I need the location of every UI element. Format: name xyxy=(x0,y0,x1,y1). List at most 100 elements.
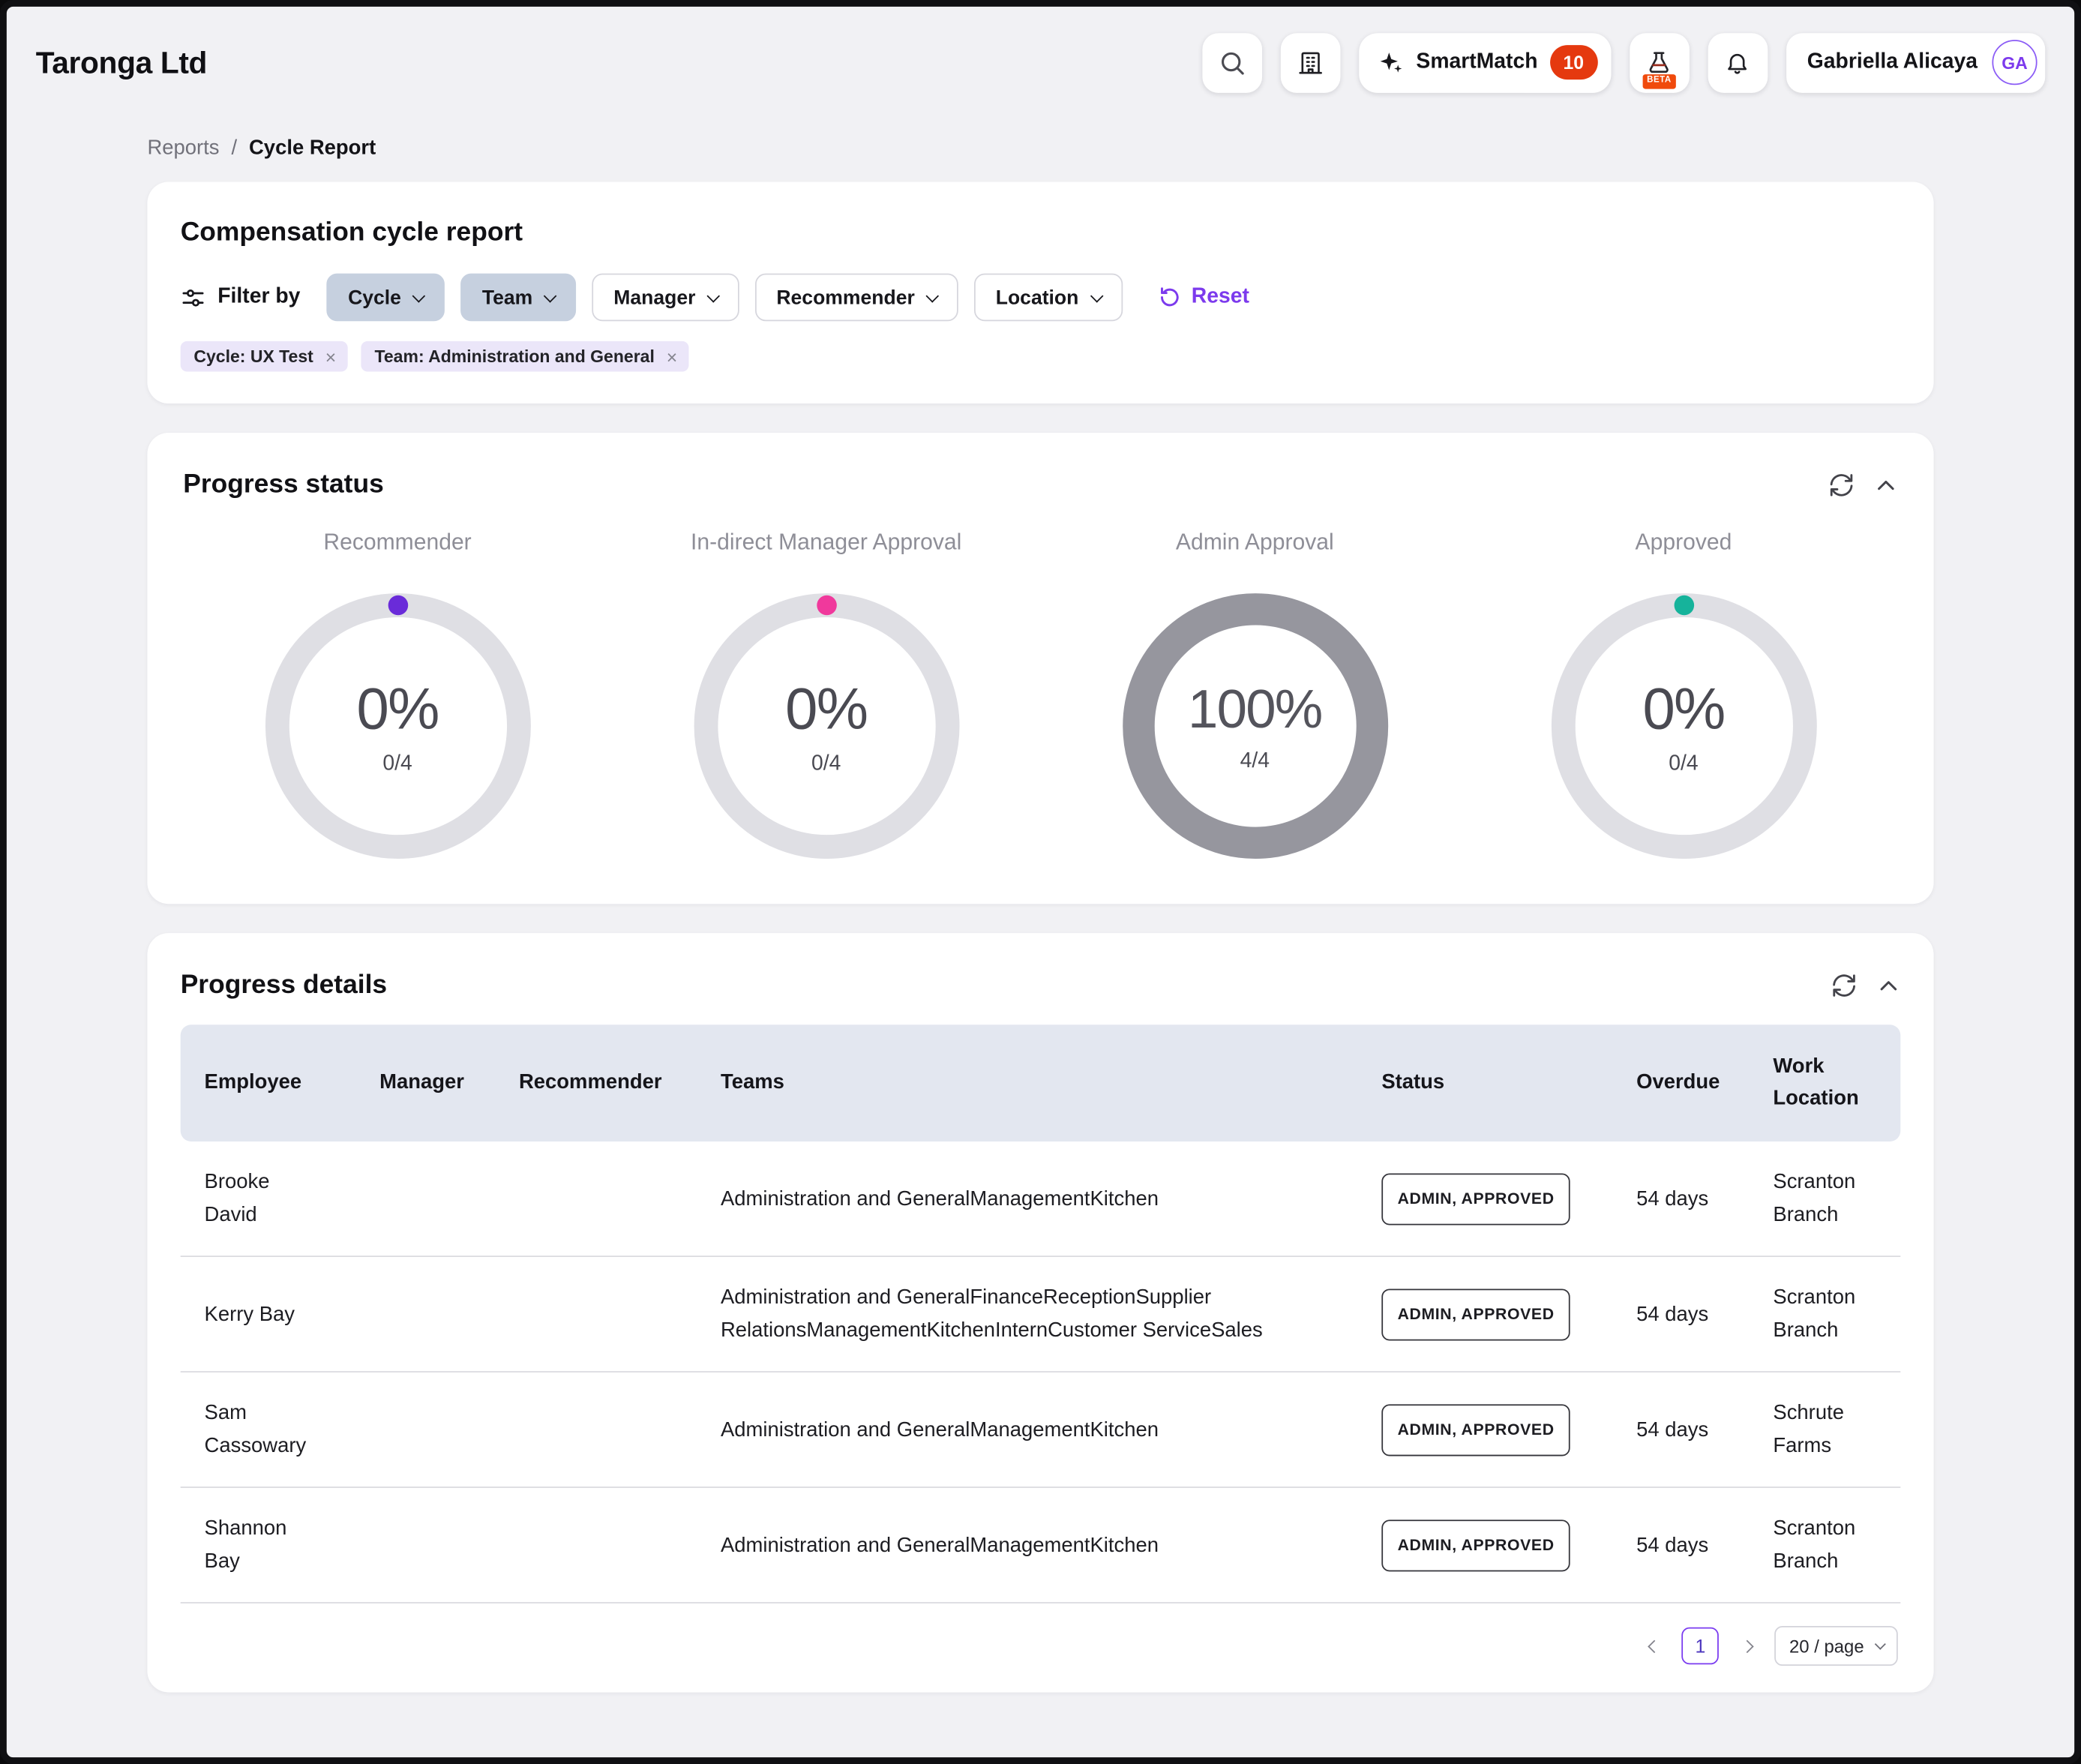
gauge-approved: Approved 0% 0/4 xyxy=(1469,530,1898,859)
gauge-fraction: 4/4 xyxy=(1240,750,1270,774)
top-bar: Taronga Ltd SmartMatch 10 BETA Gabriella xyxy=(7,7,2074,118)
chevron-up-icon xyxy=(1876,974,1900,998)
organization-button[interactable] xyxy=(1281,32,1341,92)
smartmatch-button[interactable]: SmartMatch 10 xyxy=(1359,32,1611,92)
chevron-right-icon xyxy=(1741,1640,1754,1653)
cell-employee: Sam Cassowary xyxy=(181,1396,356,1462)
breadcrumb-separator: / xyxy=(231,136,237,160)
table-row: Sam Cassowary Administration and General… xyxy=(181,1372,1901,1488)
cell-overdue: 54 days xyxy=(1612,1413,1749,1446)
chevron-down-icon xyxy=(412,289,426,302)
cell-teams: Administration and GeneralManagementKitc… xyxy=(697,1182,1357,1215)
company-name: Taronga Ltd xyxy=(36,44,207,80)
gauge-fraction: 0/4 xyxy=(1669,752,1698,776)
column-manager: Manager xyxy=(355,1067,495,1099)
card-tools xyxy=(1831,973,1900,998)
collapse-button[interactable] xyxy=(1874,473,1898,497)
reset-filters-button[interactable]: Reset xyxy=(1157,286,1249,310)
search-button[interactable] xyxy=(1202,32,1262,92)
chevron-down-icon xyxy=(1090,289,1103,302)
status-badge: ADMIN, APPROVED xyxy=(1381,1404,1570,1456)
previous-page-button[interactable] xyxy=(1643,1635,1664,1656)
beta-badge: BETA xyxy=(1643,74,1675,88)
gauge-label: Approved xyxy=(1636,530,1732,556)
remove-chip-icon[interactable]: × xyxy=(667,346,677,367)
gauge-percent: 0% xyxy=(357,676,439,742)
cell-work-location: Scranton Branch xyxy=(1750,1281,1901,1347)
cell-overdue: 54 days xyxy=(1612,1182,1749,1215)
column-overdue: Overdue xyxy=(1612,1067,1749,1099)
gauge-label: Recommender xyxy=(323,530,471,556)
gauge-admin-approval: Admin Approval 100% 4/4 xyxy=(1040,530,1469,859)
filter-chip-team[interactable]: Team: Administration and General × xyxy=(361,341,689,372)
flask-icon xyxy=(1646,49,1672,75)
filter-manager-dropdown[interactable]: Manager xyxy=(592,274,739,322)
gauge-indirect-manager-approval: In-direct Manager Approval 0% 0/4 xyxy=(612,530,1041,859)
filter-recommender-dropdown[interactable]: Recommender xyxy=(755,274,958,322)
chevron-down-icon xyxy=(1875,1639,1885,1649)
cell-work-location: Schrute Farms xyxy=(1750,1396,1901,1462)
reset-icon xyxy=(1157,286,1181,310)
filter-team-dropdown[interactable]: Team xyxy=(461,274,577,322)
building-icon xyxy=(1297,49,1324,76)
cell-status: ADMIN, APPROVED xyxy=(1357,1173,1612,1225)
table-row: Shannon Bay Administration and GeneralMa… xyxy=(181,1488,1901,1604)
page-size-select[interactable]: 20 / page xyxy=(1775,1626,1898,1666)
status-badge: ADMIN, APPROVED xyxy=(1381,1173,1570,1225)
search-icon xyxy=(1219,49,1246,76)
column-teams: Teams xyxy=(697,1067,1357,1099)
cell-employee: Shannon Bay xyxy=(181,1512,356,1578)
remove-chip-icon[interactable]: × xyxy=(325,346,336,367)
next-page-button[interactable] xyxy=(1736,1635,1757,1656)
labs-beta-button[interactable]: BETA xyxy=(1630,32,1690,92)
filter-chip-cycle[interactable]: Cycle: UX Test × xyxy=(181,341,348,372)
profile-menu[interactable]: Gabriella Alicaya GA xyxy=(1786,32,2045,92)
cell-work-location: Scranton Branch xyxy=(1750,1166,1901,1232)
chevron-down-icon xyxy=(707,289,721,302)
table-row: Kerry Bay Administration and GeneralFina… xyxy=(181,1257,1901,1372)
collapse-button[interactable] xyxy=(1876,974,1900,998)
current-page[interactable]: 1 xyxy=(1682,1628,1720,1665)
active-filter-chips: Cycle: UX Test × Team: Administration an… xyxy=(181,341,1901,372)
refresh-icon xyxy=(1829,472,1855,498)
report-title: Compensation cycle report xyxy=(181,218,1901,248)
avatar: GA xyxy=(1992,40,2037,85)
top-bar-actions: SmartMatch 10 BETA Gabriella Alicaya GA xyxy=(1202,32,2045,92)
smartmatch-count-badge: 10 xyxy=(1549,45,1597,80)
compensation-cycle-report-card: Compensation cycle report Filter by Cycl… xyxy=(147,182,1933,404)
breadcrumb-reports[interactable]: Reports xyxy=(147,136,219,160)
refresh-button[interactable] xyxy=(1831,973,1857,998)
filter-icon xyxy=(181,285,206,310)
cell-status: ADMIN, APPROVED xyxy=(1357,1404,1612,1456)
notifications-button[interactable] xyxy=(1708,32,1768,92)
gauge-percent: 0% xyxy=(785,676,867,742)
refresh-button[interactable] xyxy=(1829,472,1855,498)
donut-chart: 0% 0/4 xyxy=(1551,593,1816,859)
page-size-value: 20 / page xyxy=(1789,1636,1864,1656)
gauge-fraction: 0/4 xyxy=(382,752,412,776)
cell-overdue: 54 days xyxy=(1612,1298,1749,1330)
gauge-percent: 0% xyxy=(1642,676,1724,742)
progress-details-header: Progress details xyxy=(181,970,1901,1001)
column-status: Status xyxy=(1357,1067,1612,1099)
cell-teams: Administration and GeneralManagementKitc… xyxy=(697,1413,1357,1446)
gauge-label: Admin Approval xyxy=(1176,530,1334,556)
filter-by-label: Filter by xyxy=(181,285,301,310)
progress-status-card: Progress status Recommender 0% xyxy=(147,433,1933,904)
viewport: Taronga Ltd SmartMatch 10 BETA Gabriella xyxy=(0,0,2081,1764)
bell-icon xyxy=(1724,49,1750,75)
donut-chart: 0% 0/4 xyxy=(694,593,959,859)
filter-cycle-dropdown[interactable]: Cycle xyxy=(327,274,445,322)
gauge-percent: 100% xyxy=(1188,678,1322,740)
status-badge: ADMIN, APPROVED xyxy=(1381,1288,1570,1340)
column-employee: Employee xyxy=(181,1067,356,1099)
progress-details-card: Progress details Employee Manager Recomm… xyxy=(147,933,1933,1692)
smartmatch-label: SmartMatch xyxy=(1416,50,1537,74)
cell-work-location: Scranton Branch xyxy=(1750,1512,1901,1578)
table-header-row: Employee Manager Recommender Teams Statu… xyxy=(181,1024,1901,1142)
breadcrumb-current: Cycle Report xyxy=(249,136,376,160)
cell-employee: Brooke David xyxy=(181,1166,356,1232)
filter-location-dropdown[interactable]: Location xyxy=(974,274,1122,322)
filter-row: Filter by Cycle Team Manager Recommender… xyxy=(181,274,1901,322)
status-badge: ADMIN, APPROVED xyxy=(1381,1520,1570,1571)
